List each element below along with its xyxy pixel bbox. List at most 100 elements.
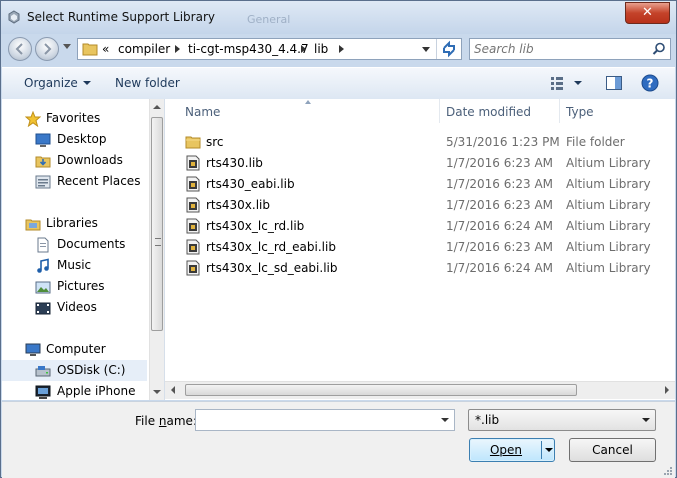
filetype-select[interactable]: *.lib <box>468 409 656 431</box>
sidebar-item-desktop[interactable]: Desktop <box>2 129 147 150</box>
file-row[interactable]: rts430.lib 1/7/2016 6:23 AM Altium Library <box>165 152 675 173</box>
sidebar-item-computer[interactable]: Computer <box>2 339 147 360</box>
sidebar-item-downloads[interactable]: Downloads <box>2 150 147 171</box>
new-folder-button[interactable]: New folder <box>115 76 180 90</box>
phone-icon <box>35 385 51 399</box>
filename-label-text: ame: <box>166 414 197 428</box>
sidebar-item-label: Documents <box>57 237 126 251</box>
navigation-scrollbar[interactable] <box>149 99 164 400</box>
file-date-modified: 1/7/2016 6:24 AM <box>446 261 554 275</box>
file-type: Altium Library <box>566 156 651 170</box>
sidebar-item-label: Recent Places <box>57 174 141 188</box>
file-row[interactable]: rts430x.lib 1/7/2016 6:23 AM Altium Librar… <box>165 194 675 215</box>
search-input[interactable] <box>474 41 644 57</box>
navigation-bar: « compiler ti-cgt-msp430_4.4.7 lib <box>1 34 676 64</box>
file-date-modified: 1/7/2016 6:24 AM <box>446 219 554 233</box>
scroll-up-icon[interactable] <box>153 105 161 109</box>
resize-grip-icon[interactable] <box>662 465 672 475</box>
file-name: rts430x_lc_sd_eabi.lib <box>206 261 338 275</box>
open-button[interactable]: Open <box>469 438 555 462</box>
downloads-icon <box>35 156 51 168</box>
sidebar-item-label: Libraries <box>46 216 98 230</box>
file-name: rts430x.lib <box>206 198 270 212</box>
chevron-right-icon[interactable] <box>301 45 307 53</box>
forward-button[interactable] <box>35 37 59 61</box>
file-row[interactable]: rts430x_lc_rd_eabi.lib 1/7/2016 6:23 AM Al… <box>165 236 675 257</box>
file-row[interactable]: src 5/31/2016 1:23 PM File folder <box>165 131 675 152</box>
scroll-left-icon[interactable] <box>171 386 175 394</box>
column-type[interactable]: Type <box>566 105 594 119</box>
sidebar-item-favorites[interactable]: Favorites <box>2 108 147 129</box>
library-file-icon <box>186 239 200 255</box>
file-type: Altium Library <box>566 240 651 254</box>
address-dropdown[interactable] <box>419 41 433 57</box>
search-icon[interactable] <box>652 42 666 56</box>
file-date-modified: 1/7/2016 6:23 AM <box>446 198 554 212</box>
sidebar-item-label: Music <box>57 258 92 272</box>
sidebar-item-osdisk[interactable]: OSDisk (C:) <box>2 360 147 381</box>
file-row[interactable]: rts430_eabi.lib 1/7/2016 6:23 AM Altium Li… <box>165 173 675 194</box>
search-box[interactable] <box>469 38 671 60</box>
close-button[interactable]: ✕ <box>625 2 670 24</box>
breadcrumb-lib[interactable]: lib <box>314 42 328 56</box>
back-button[interactable] <box>8 37 32 61</box>
sidebar-item-label: Computer <box>46 342 106 356</box>
sidebar-item-videos[interactable]: Videos <box>2 297 147 318</box>
horizontal-scrollbar[interactable] <box>165 381 675 399</box>
sidebar-item-pictures[interactable]: Pictures <box>2 276 147 297</box>
view-options-icon[interactable] <box>550 74 584 92</box>
sidebar-item-label: Pictures <box>57 279 105 293</box>
column-date-modified[interactable]: Date modified <box>446 105 531 119</box>
column-name[interactable]: Name <box>185 105 220 119</box>
sidebar-item-music[interactable]: Music <box>2 255 147 276</box>
chevron-right-icon[interactable] <box>175 45 181 53</box>
close-icon: ✕ <box>642 5 653 20</box>
breadcrumb-ti-cgt[interactable]: ti-cgt-msp430_4.4.7 <box>188 42 309 56</box>
breadcrumb-compiler[interactable]: compiler <box>118 42 170 56</box>
drive-icon <box>35 366 51 377</box>
svg-text:?: ? <box>647 77 654 91</box>
preview-pane-icon[interactable] <box>605 74 623 92</box>
title-bar[interactable]: Select Runtime Support Library General ✕ <box>1 1 676 34</box>
sidebar-item-documents[interactable]: Documents <box>2 234 147 255</box>
filetype-value: *.lib <box>475 413 500 427</box>
sidebar-item-label: Desktop <box>57 132 107 146</box>
file-row[interactable]: rts430x_lc_sd_eabi.lib 1/7/2016 6:24 AM Al… <box>165 257 675 278</box>
file-row[interactable]: rts430x_lc_rd.lib 1/7/2016 6:24 AM Altium … <box>165 215 675 236</box>
scroll-down-icon[interactable] <box>153 390 161 394</box>
filename-label: File name: <box>135 414 197 428</box>
sidebar-item-label: Videos <box>57 300 97 314</box>
filename-input[interactable] <box>199 412 429 428</box>
background-window-title: General <box>247 13 291 26</box>
address-bar[interactable]: « compiler ti-cgt-msp430_4.4.7 lib <box>77 38 462 60</box>
dialog-window: Select Runtime Support Library General ✕… <box>0 0 677 478</box>
address-overflow[interactable]: « <box>102 42 109 56</box>
chevron-down-icon[interactable] <box>441 418 449 422</box>
organize-menu[interactable]: Organize <box>24 76 91 90</box>
sidebar-item-label: Apple iPhone <box>57 384 136 398</box>
sidebar-item-apple-iphone[interactable]: Apple iPhone <box>2 381 147 400</box>
file-date-modified: 1/7/2016 6:23 AM <box>446 177 554 191</box>
sidebar-item-libraries[interactable]: Libraries <box>2 213 147 234</box>
chevron-right-icon[interactable] <box>339 45 345 53</box>
column-divider[interactable] <box>439 99 440 123</box>
sidebar-item-label: Downloads <box>57 153 123 167</box>
computer-icon <box>25 343 41 356</box>
refresh-button[interactable] <box>436 39 461 59</box>
recent-locations-dropdown-icon[interactable] <box>63 44 71 50</box>
column-divider[interactable] <box>559 99 560 123</box>
window-title: Select Runtime Support Library <box>27 10 215 24</box>
help-icon[interactable]: ? <box>641 74 659 92</box>
filename-combobox[interactable] <box>195 409 455 431</box>
sidebar-item-label: Favorites <box>46 111 101 125</box>
file-type: Altium Library <box>566 219 651 233</box>
cancel-button[interactable]: Cancel <box>569 438 656 462</box>
scrollbar-thumb[interactable] <box>151 117 163 331</box>
libraries-icon <box>25 219 41 231</box>
scroll-right-icon[interactable] <box>665 386 669 394</box>
open-options-dropdown-icon[interactable] <box>545 448 553 452</box>
library-file-icon <box>186 176 200 192</box>
sidebar-item-recent-places[interactable]: Recent Places <box>2 171 147 192</box>
file-name: rts430x_lc_rd_eabi.lib <box>206 240 336 254</box>
scrollbar-thumb[interactable] <box>185 384 577 396</box>
